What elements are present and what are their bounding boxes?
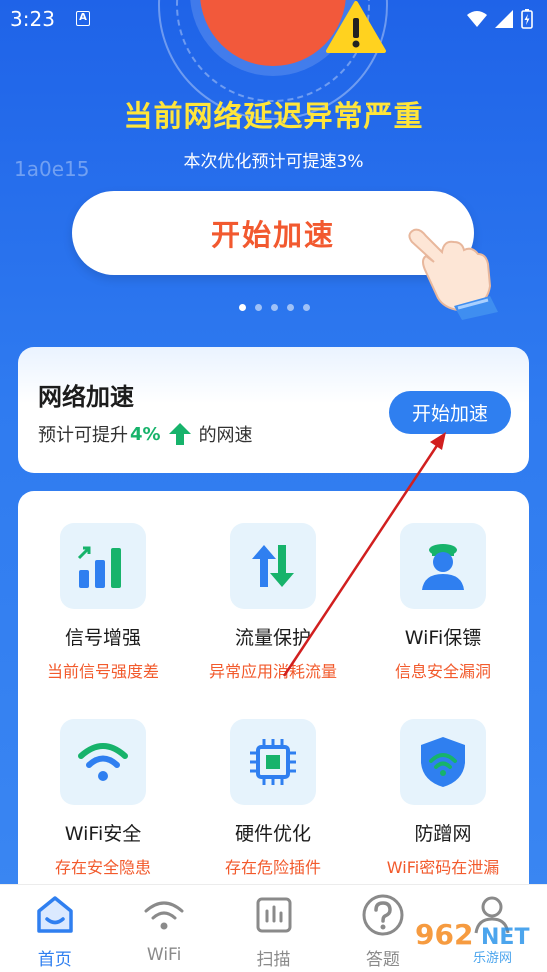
nav-label: 扫描 <box>256 950 291 970</box>
up-arrow-icon <box>168 423 191 445</box>
feature-desc: 信息安全漏洞 <box>394 662 491 681</box>
feature-title: 信号增强 <box>64 627 141 649</box>
feature-desc: 当前信号强度差 <box>46 662 159 681</box>
logo-brand-top: 962 <box>415 918 473 951</box>
feature-title: WiFi安全 <box>64 823 142 845</box>
pointing-hand-icon <box>408 228 498 320</box>
nav-scan[interactable]: 扫描 <box>219 885 328 972</box>
accel-sub-suffix: 的网速 <box>198 425 253 446</box>
carousel-dot[interactable] <box>271 304 278 311</box>
wifi-icon <box>144 901 184 930</box>
accel-card-subtitle: 预计可提升 4% 的网速 <box>38 421 253 447</box>
carousel-dot[interactable] <box>239 304 246 311</box>
signal-bars-icon <box>77 546 121 588</box>
nav-home[interactable]: 首页 <box>0 885 109 972</box>
features-panel: 信号增强 当前信号强度差 流量保护 异常应用消耗流量 WiFi保镖 信息安全漏洞 <box>18 491 529 891</box>
feature-desc: WiFi密码在泄漏 <box>386 858 500 877</box>
chip-icon <box>250 739 296 785</box>
feature-icon-box <box>400 719 486 805</box>
feature-signal-boost[interactable]: 信号增强 当前信号强度差 <box>18 523 188 682</box>
question-icon <box>362 894 404 936</box>
carousel-dots <box>239 304 310 311</box>
nav-label: 首页 <box>37 950 72 970</box>
notification-icon: A <box>76 11 90 26</box>
watermark-id: 1a0e15 <box>14 157 90 181</box>
network-accel-card: 网络加速 预计可提升 4% 的网速 开始加速 <box>18 347 529 473</box>
feature-desc: 存在危险插件 <box>224 858 321 877</box>
feature-wifi-security[interactable]: WiFi安全 存在安全隐患 <box>18 719 188 878</box>
feature-desc: 异常应用消耗流量 <box>208 662 337 681</box>
carousel-dot[interactable] <box>287 304 294 311</box>
feature-desc: 存在安全隐患 <box>54 858 151 877</box>
feature-title: 硬件优化 <box>234 823 311 845</box>
feature-title: 防蹭网 <box>414 823 472 845</box>
feature-hardware-optimize[interactable]: 硬件优化 存在危险插件 <box>188 719 358 878</box>
accel-start-button[interactable]: 开始加速 <box>389 391 511 434</box>
nav-wifi[interactable]: WiFi <box>109 885 218 972</box>
carousel-dot[interactable] <box>303 304 310 311</box>
feature-wifi-guard[interactable]: WiFi保镖 信息安全漏洞 <box>358 523 528 682</box>
feature-icon-box <box>230 523 316 609</box>
wifi-shield-icon <box>421 737 465 787</box>
warning-icon <box>326 1 386 53</box>
site-watermark-logo: 962 NET 乐游网 <box>415 918 529 966</box>
accel-sub-prefix: 预计可提升 <box>38 425 128 446</box>
nav-label: WiFi <box>146 945 182 965</box>
feature-anti-freeloader[interactable]: 防蹭网 WiFi密码在泄漏 <box>358 719 528 878</box>
feature-icon-box <box>400 523 486 609</box>
wifi-icon <box>78 743 128 781</box>
accel-sub-percent: 4% <box>130 423 161 445</box>
feature-icon-box <box>60 719 146 805</box>
status-icons <box>467 9 533 29</box>
hero-headline: 当前网络延迟异常严重 <box>123 99 424 133</box>
feature-title: 流量保护 <box>234 627 311 649</box>
wifi-status-icon <box>467 11 487 27</box>
guard-person-icon <box>422 544 464 590</box>
logo-brand-net: NET <box>481 925 529 950</box>
scan-icon <box>256 897 292 933</box>
accel-card-title: 网络加速 <box>38 383 134 411</box>
logo-brand-bottom: 乐游网 <box>473 951 512 966</box>
cell-signal-icon <box>495 10 513 28</box>
status-time: 3:23 <box>10 7 55 31</box>
carousel-dot[interactable] <box>255 304 262 311</box>
feature-icon-box <box>230 719 316 805</box>
up-down-arrows-icon <box>252 545 294 587</box>
feature-title: WiFi保镖 <box>404 627 482 649</box>
feature-icon-box <box>60 523 146 609</box>
battery-icon <box>521 9 533 29</box>
home-icon <box>36 896 73 933</box>
feature-traffic-protection[interactable]: 流量保护 异常应用消耗流量 <box>188 523 358 682</box>
